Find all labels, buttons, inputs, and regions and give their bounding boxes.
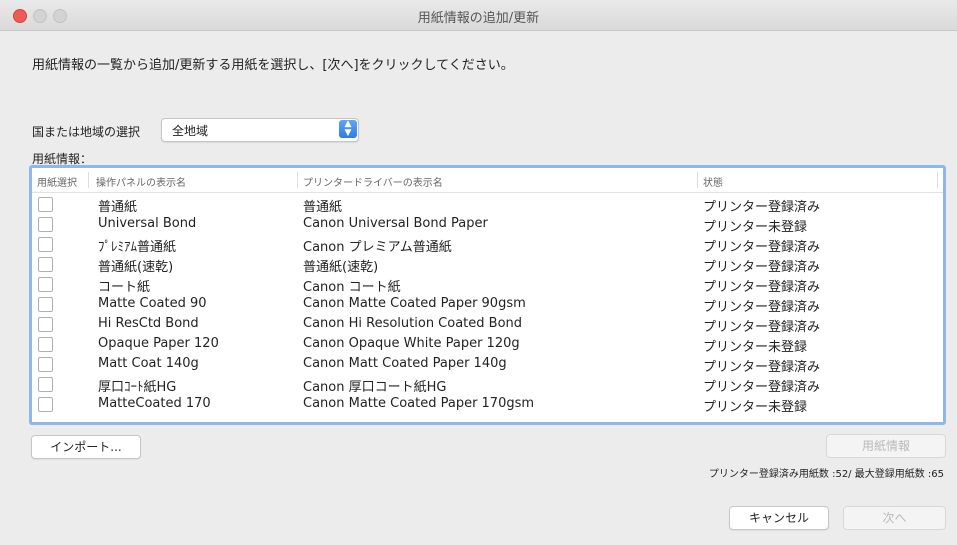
driver-name-cell: Canon Matte Coated Paper 170gsm bbox=[303, 396, 535, 411]
driver-name-cell: Canon Matte Coated Paper 90gsm bbox=[303, 296, 526, 311]
column-divider bbox=[697, 172, 698, 188]
column-header-panel-name[interactable]: 操作パネルの表示名 bbox=[96, 174, 186, 189]
region-select-value: 全地域 bbox=[172, 124, 209, 138]
title-bar: 用紙情報の追加/更新 bbox=[0, 0, 957, 31]
region-label: 国または地域の選択 bbox=[32, 125, 141, 139]
status-cell: プリンター登録済み bbox=[703, 260, 821, 275]
registered-count-text: プリンター登録済み用紙数 :52/ 最大登録用紙数 :65 bbox=[708, 469, 944, 480]
paper-info-button[interactable]: 用紙情報 bbox=[826, 434, 946, 458]
table-row[interactable]: MatteCoated 170 Canon Matte Coated Paper… bbox=[32, 394, 943, 415]
table-row[interactable]: Hi ResCtd Bond Canon Hi Resolution Coate… bbox=[32, 314, 943, 335]
window-title: 用紙情報の追加/更新 bbox=[417, 11, 540, 26]
panel-name-cell: ﾌﾟﾚﾐｱﾑ普通紙 bbox=[98, 240, 177, 255]
table-row[interactable]: Matt Coat 140g Canon Matt Coated Paper 1… bbox=[32, 354, 943, 375]
row-checkbox[interactable] bbox=[38, 217, 53, 232]
row-checkbox[interactable] bbox=[38, 317, 53, 332]
panel-name-cell: 普通紙 bbox=[98, 200, 138, 215]
status-cell: プリンター未登録 bbox=[703, 340, 808, 355]
row-checkbox[interactable] bbox=[38, 297, 53, 312]
driver-name-cell: Canon プレミアム普通紙 bbox=[303, 240, 452, 255]
next-button[interactable]: 次へ bbox=[843, 506, 946, 530]
table-row[interactable]: コート紙 Canon コート紙 プリンター登録済み bbox=[32, 274, 943, 295]
column-header-status[interactable]: 状態 bbox=[703, 174, 723, 189]
row-checkbox[interactable] bbox=[38, 197, 53, 212]
column-divider bbox=[937, 172, 938, 188]
status-cell: プリンター未登録 bbox=[703, 220, 808, 235]
status-cell: プリンター未登録 bbox=[703, 400, 808, 415]
column-divider bbox=[297, 172, 298, 188]
column-header-select[interactable]: 用紙選択 bbox=[37, 174, 77, 189]
driver-name-cell: 普通紙(速乾) bbox=[303, 260, 379, 275]
table-body: 普通紙 普通紙 プリンター登録済み Universal Bond Canon U… bbox=[32, 194, 943, 415]
panel-name-cell: Opaque Paper 120 bbox=[98, 336, 219, 351]
table-row[interactable]: Matte Coated 90 Canon Matte Coated Paper… bbox=[32, 294, 943, 315]
row-checkbox[interactable] bbox=[38, 277, 53, 292]
panel-name-cell: Matte Coated 90 bbox=[98, 296, 207, 311]
row-checkbox[interactable] bbox=[38, 237, 53, 252]
driver-name-cell: 普通紙 bbox=[303, 200, 343, 215]
row-checkbox[interactable] bbox=[38, 357, 53, 372]
row-checkbox[interactable] bbox=[38, 377, 53, 392]
driver-name-cell: Canon Opaque White Paper 120g bbox=[303, 336, 520, 351]
status-cell: プリンター登録済み bbox=[703, 360, 821, 375]
dialog-window: 用紙情報の追加/更新 用紙情報の一覧から追加/更新する用紙を選択し、[次へ]をク… bbox=[0, 0, 957, 545]
table-row[interactable]: 普通紙(速乾) 普通紙(速乾) プリンター登録済み bbox=[32, 254, 943, 275]
panel-name-cell: コート紙 bbox=[98, 280, 151, 295]
panel-name-cell: Hi ResCtd Bond bbox=[98, 316, 199, 331]
paper-table[interactable]: 用紙選択 操作パネルの表示名 プリンタードライバーの表示名 状態 普通紙 普通紙… bbox=[29, 165, 946, 425]
driver-name-cell: Canon 厚口コート紙HG bbox=[303, 380, 447, 395]
status-cell: プリンター登録済み bbox=[703, 240, 821, 255]
status-cell: プリンター登録済み bbox=[703, 320, 821, 335]
table-row[interactable]: Universal Bond Canon Universal Bond Pape… bbox=[32, 214, 943, 235]
status-cell: プリンター登録済み bbox=[703, 300, 821, 315]
panel-name-cell: 厚口ｺｰﾄ紙HG bbox=[98, 380, 177, 395]
import-button[interactable]: インポート... bbox=[31, 435, 141, 459]
driver-name-cell: Canon コート紙 bbox=[303, 280, 401, 295]
panel-name-cell: 普通紙(速乾) bbox=[98, 260, 174, 275]
panel-name-cell: Matt Coat 140g bbox=[98, 356, 199, 371]
chevron-up-down-icon: ▲ ▼ bbox=[339, 120, 357, 138]
driver-name-cell: Canon Matt Coated Paper 140g bbox=[303, 356, 507, 371]
status-cell: プリンター登録済み bbox=[703, 200, 821, 215]
table-row[interactable]: ﾌﾟﾚﾐｱﾑ普通紙 Canon プレミアム普通紙 プリンター登録済み bbox=[32, 234, 943, 255]
table-row[interactable]: Opaque Paper 120 Canon Opaque White Pape… bbox=[32, 334, 943, 355]
status-cell: プリンター登録済み bbox=[703, 380, 821, 395]
table-row[interactable]: 厚口ｺｰﾄ紙HG Canon 厚口コート紙HG プリンター登録済み bbox=[32, 374, 943, 395]
column-divider bbox=[88, 172, 89, 188]
driver-name-cell: Canon Hi Resolution Coated Bond bbox=[303, 316, 523, 331]
cancel-button[interactable]: キャンセル bbox=[729, 506, 829, 530]
region-select[interactable]: 全地域 ▲ ▼ bbox=[161, 118, 359, 142]
column-header-driver-name[interactable]: プリンタードライバーの表示名 bbox=[303, 174, 443, 189]
row-checkbox[interactable] bbox=[38, 257, 53, 272]
row-checkbox[interactable] bbox=[38, 397, 53, 412]
status-cell: プリンター登録済み bbox=[703, 280, 821, 295]
panel-name-cell: MatteCoated 170 bbox=[98, 396, 211, 411]
table-row[interactable]: 普通紙 普通紙 プリンター登録済み bbox=[32, 194, 943, 215]
instruction-text: 用紙情報の一覧から追加/更新する用紙を選択し、[次へ]をクリックしてください。 bbox=[32, 58, 514, 73]
panel-name-cell: Universal Bond bbox=[98, 216, 197, 231]
table-header: 用紙選択 操作パネルの表示名 プリンタードライバーの表示名 状態 bbox=[32, 168, 943, 193]
row-checkbox[interactable] bbox=[38, 337, 53, 352]
driver-name-cell: Canon Universal Bond Paper bbox=[303, 216, 488, 231]
